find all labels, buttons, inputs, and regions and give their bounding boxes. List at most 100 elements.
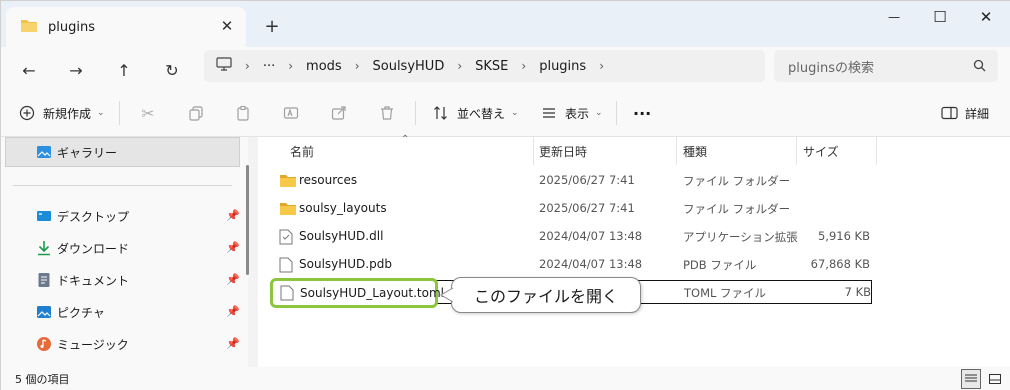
- chevron-right-icon: ›: [245, 59, 250, 73]
- sort-button[interactable]: 並べ替え ⌄: [431, 89, 519, 137]
- desktop-icon: [36, 208, 52, 224]
- sidebar-item-downloads[interactable]: ダウンロード 📌: [1, 233, 241, 263]
- column-header-size[interactable]: サイズ: [803, 137, 877, 165]
- breadcrumb-overflow[interactable]: ···: [263, 59, 275, 74]
- paste-button[interactable]: [233, 89, 253, 137]
- share-button[interactable]: [329, 89, 349, 137]
- tiles-view-toggle-icon[interactable]: [985, 369, 1005, 389]
- file-row-soulsyhud-pdb[interactable]: SoulsyHUD.pdb 2024/04/07 13:48 PDB ファイル …: [272, 251, 872, 279]
- sidebar-item-gallery[interactable]: ギャラリー: [5, 137, 240, 167]
- breadcrumb-plugins[interactable]: plugins: [539, 59, 586, 74]
- minimize-button[interactable]: —: [871, 1, 917, 33]
- file-row-soulsy-layouts[interactable]: soulsy_layouts 2025/06/27 7:41 ファイル フォルダ…: [272, 195, 872, 223]
- chevron-right-icon: ›: [457, 59, 463, 73]
- divider: [616, 101, 617, 125]
- sidebar-item-desktop[interactable]: デスクトップ 📌: [1, 201, 241, 231]
- folder-icon: [279, 201, 297, 219]
- file-name: SoulsyHUD_Layout.toml: [300, 286, 444, 300]
- file-list: ⌃ 名前 更新日時 種類 サイズ resources 2025/06/27 7:…: [258, 134, 1010, 367]
- tab-strip: plugins ✕ + — ☐ ✕: [1, 1, 1010, 47]
- sidebar-scrollbar[interactable]: [246, 165, 249, 275]
- up-button[interactable]: ↑: [109, 55, 139, 85]
- plus-circle-icon: [17, 103, 37, 123]
- file-size: 67,868 KB: [810, 257, 870, 271]
- file-type: TOML ファイル: [684, 286, 767, 300]
- column-header-type[interactable]: 種類: [683, 137, 797, 165]
- sort-label: 並べ替え: [457, 106, 506, 121]
- file-date: 2024/04/07 13:48: [539, 257, 643, 271]
- tab-close-button[interactable]: ✕: [216, 15, 238, 37]
- address-bar[interactable]: › ··· › mods › SoulsyHUD › SKSE › plugin…: [204, 50, 765, 82]
- sort-icon: [431, 103, 451, 123]
- download-icon: [36, 240, 52, 256]
- pin-icon[interactable]: 📌: [226, 209, 240, 222]
- chevron-right-icon: ›: [288, 59, 294, 73]
- pin-icon[interactable]: 📌: [226, 337, 240, 350]
- sidebar-item-label: ピクチャ: [57, 306, 105, 320]
- delete-button[interactable]: [377, 89, 397, 137]
- status-bar: 5 個の項目: [1, 367, 1010, 390]
- highlighted-file-name[interactable]: SoulsyHUD_Layout.toml: [270, 278, 444, 308]
- sidebar-item-label: ドキュメント: [57, 274, 130, 288]
- pin-icon[interactable]: 📌: [226, 273, 240, 286]
- file-type: ファイル フォルダー: [683, 174, 791, 188]
- file-name: SoulsyHUD.dll: [299, 229, 384, 243]
- new-tab-button[interactable]: +: [259, 13, 285, 39]
- new-label: 新規作成: [43, 106, 92, 121]
- pin-icon[interactable]: 📌: [226, 305, 240, 318]
- file-size: 5,916 KB: [817, 229, 870, 243]
- file-type: アプリケーション拡張: [683, 230, 798, 244]
- view-button[interactable]: 表示 ⌄: [539, 89, 603, 137]
- callout-annotation: このファイルを開く: [440, 277, 641, 313]
- breadcrumb-skse[interactable]: SKSE: [475, 59, 508, 74]
- scissors-icon: ✂: [141, 103, 155, 123]
- forward-button[interactable]: →: [61, 55, 91, 85]
- file-row-resources[interactable]: resources 2025/06/27 7:41 ファイル フォルダー: [272, 167, 872, 195]
- view-list-icon: [539, 103, 559, 123]
- documents-icon: [36, 272, 52, 288]
- sidebar-item-pictures[interactable]: ピクチャ 📌: [1, 297, 241, 327]
- search-icon: [973, 59, 986, 75]
- sidebar-item-documents[interactable]: ドキュメント 📌: [1, 265, 241, 295]
- item-count: 5 個の項目: [15, 373, 70, 386]
- breadcrumb-mods[interactable]: mods: [306, 59, 342, 74]
- rename-button[interactable]: [281, 89, 301, 137]
- chevron-right-icon[interactable]: ›: [599, 59, 604, 73]
- refresh-button[interactable]: ↻: [157, 55, 187, 85]
- pin-icon[interactable]: 📌: [226, 241, 240, 254]
- details-pane-button[interactable]: 詳細: [939, 89, 989, 137]
- cut-button[interactable]: ✂: [138, 89, 158, 137]
- file-type: ファイル フォルダー: [683, 202, 791, 216]
- share-icon: [329, 103, 349, 123]
- file-icon: [279, 257, 293, 276]
- details-view-toggle-icon[interactable]: [961, 369, 981, 389]
- command-bar: 新規作成 ⌄ ✂ 並べ替え ⌄ 表示 ⌄ ··· 詳細: [1, 89, 1010, 137]
- column-header-date[interactable]: 更新日時: [539, 137, 677, 165]
- more-options-button[interactable]: ···: [633, 89, 651, 137]
- file-row-soulsyhud-dll[interactable]: SoulsyHUD.dll 2024/04/07 13:48 アプリケーション拡…: [272, 223, 872, 251]
- this-pc-icon[interactable]: [216, 57, 232, 75]
- music-icon: [36, 336, 52, 352]
- callout-text: このファイルを開く: [473, 287, 618, 306]
- file-date: 2025/06/27 7:41: [539, 173, 635, 187]
- details-pane-icon: [939, 103, 959, 123]
- maximize-button[interactable]: ☐: [917, 1, 963, 33]
- copy-button[interactable]: [186, 89, 206, 137]
- column-header-name[interactable]: 名前: [290, 137, 534, 165]
- divider: [415, 101, 416, 125]
- new-button[interactable]: 新規作成 ⌄: [17, 89, 105, 137]
- breadcrumb-soulsyhud[interactable]: SoulsyHUD: [373, 59, 445, 74]
- search-input[interactable]: pluginsの検索: [774, 50, 998, 82]
- gallery-icon: [36, 144, 52, 160]
- divider: [119, 101, 120, 125]
- tab-plugins[interactable]: plugins ✕: [6, 7, 246, 47]
- callout-pointer: [440, 287, 454, 303]
- chevron-right-icon: ›: [521, 59, 527, 73]
- details-label: 詳細: [965, 106, 990, 121]
- close-window-button[interactable]: ✕: [963, 1, 1009, 33]
- file-name: soulsy_layouts: [299, 201, 387, 215]
- tab-title: plugins: [48, 19, 95, 35]
- sidebar-item-music[interactable]: ミュージック 📌: [1, 329, 241, 359]
- back-button[interactable]: ←: [14, 55, 44, 85]
- file-date: 2024/04/07 13:48: [539, 229, 643, 243]
